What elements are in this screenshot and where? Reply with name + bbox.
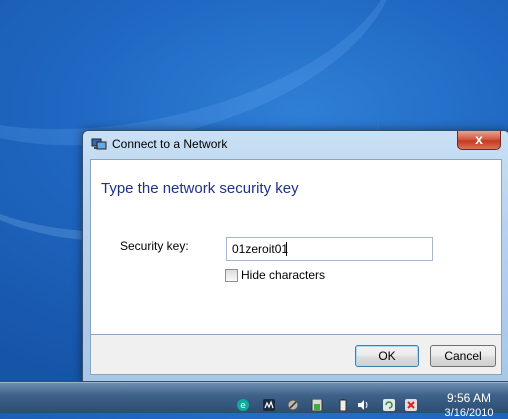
sync-icon[interactable] bbox=[383, 399, 395, 411]
hide-characters-label[interactable]: Hide characters bbox=[241, 268, 325, 282]
desktop: { "dialog": { "title": "Connect to a Net… bbox=[0, 0, 508, 419]
clock-time[interactable]: 9:56 AM bbox=[434, 391, 504, 405]
text-caret bbox=[286, 242, 287, 256]
volume-icon[interactable] bbox=[357, 399, 369, 411]
cancel-button[interactable]: Cancel bbox=[430, 345, 496, 367]
clock-date[interactable]: 3/16/2010 bbox=[434, 407, 504, 419]
hide-characters-checkbox[interactable] bbox=[225, 269, 238, 282]
network-icon bbox=[91, 138, 107, 150]
connect-to-network-dialog: Connect to a Network x Type the network … bbox=[82, 130, 508, 382]
battery-icon[interactable] bbox=[337, 399, 349, 411]
network-x-icon[interactable] bbox=[405, 399, 417, 411]
close-icon: x bbox=[475, 131, 483, 147]
taskbar: e 9:56 AM 3/16/2010 bbox=[0, 382, 508, 419]
svg-text:e: e bbox=[240, 401, 246, 411]
dialog-titlebar[interactable]: Connect to a Network x bbox=[83, 131, 508, 159]
dialog-content: Type the network security key Security k… bbox=[90, 159, 502, 335]
satellite-icon[interactable] bbox=[287, 399, 299, 411]
dialog-heading: Type the network security key bbox=[101, 180, 299, 197]
dialog-footer: OK Cancel bbox=[90, 335, 502, 375]
battery-meter-icon[interactable] bbox=[311, 399, 323, 411]
network-monitor-icon[interactable] bbox=[263, 399, 275, 411]
security-key-label: Security key: bbox=[120, 239, 189, 253]
dialog-title: Connect to a Network bbox=[112, 137, 228, 151]
security-key-input[interactable] bbox=[226, 237, 433, 261]
close-button[interactable]: x bbox=[457, 131, 501, 150]
eset-icon[interactable]: e bbox=[237, 399, 249, 411]
ok-button[interactable]: OK bbox=[355, 345, 419, 367]
